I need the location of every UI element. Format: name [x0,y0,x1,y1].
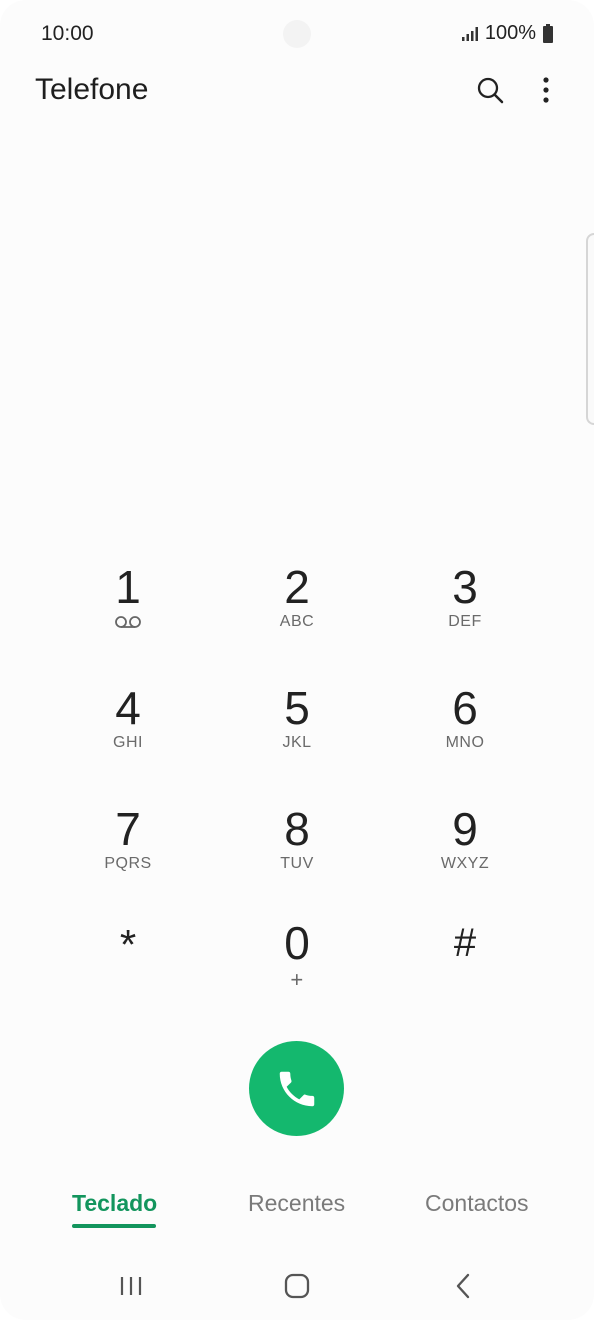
front-camera [283,20,311,48]
key-1[interactable]: 1 [63,562,193,662]
key-letters: TUV [280,855,314,872]
key-digit: 3 [452,561,478,613]
key-letters: WXYZ [440,855,490,872]
key-digit: 6 [452,682,478,734]
search-icon [477,77,504,104]
key-8[interactable]: 8 TUV [232,804,362,904]
voicemail-icon [114,615,142,634]
key-digit: # [453,921,477,965]
key-letters: JKL [282,734,312,751]
key-digit: 7 [115,803,141,855]
phone-icon [279,1071,314,1106]
battery-icon [542,23,554,44]
recent-apps-button[interactable] [111,1268,151,1304]
key-hash[interactable]: # [400,918,530,1018]
key-7[interactable]: 7 PQRS [63,804,193,904]
key-3[interactable]: 3 DEF [400,562,530,662]
key-6[interactable]: 6 MNO [400,683,530,783]
key-digit: 8 [284,803,310,855]
phone-screen: 10:00 100% Telefone 1 2 ABC 3 DEF 4 GHI … [0,0,594,1320]
recent-apps-icon [120,1277,142,1295]
key-letters: ABC [279,613,315,630]
key-0[interactable]: 0 + [232,918,362,1018]
key-digit: * [119,921,137,968]
page-title: Telefone [35,73,149,106]
key-letters: PQRS [104,855,152,872]
edge-panel-handle[interactable] [586,233,594,425]
key-9[interactable]: 9 WXYZ [400,804,530,904]
key-letters: DEF [448,613,482,630]
signal-icon [461,26,479,42]
key-digit: 5 [284,682,310,734]
search-button[interactable] [472,72,508,108]
back-button[interactable] [443,1268,483,1304]
key-digit: 4 [115,682,141,734]
battery-percent: 100% [484,22,536,44]
more-vertical-icon [543,77,549,103]
key-digit: 1 [115,561,141,613]
back-icon [456,1273,470,1299]
status-icons: 100% [461,22,554,45]
key-digit: 9 [452,803,478,855]
key-4[interactable]: 4 GHI [63,683,193,783]
key-letters: MNO [445,734,485,751]
active-tab-indicator [72,1224,156,1228]
tab-recents[interactable]: Recentes [248,1190,345,1217]
tab-keypad[interactable]: Teclado [72,1190,157,1217]
key-2[interactable]: 2 ABC [232,562,362,662]
call-button[interactable] [249,1041,344,1136]
home-button[interactable] [277,1268,317,1304]
key-letters: + [290,967,304,992]
key-5[interactable]: 5 JKL [232,683,362,783]
status-time: 10:00 [41,22,94,45]
home-icon [284,1273,310,1299]
more-options-button[interactable] [528,72,564,108]
key-star[interactable]: * [63,918,193,1018]
key-digit: 2 [284,561,310,613]
tab-contacts[interactable]: Contactos [425,1190,529,1217]
key-letters: GHI [113,734,143,751]
key-digit: 0 [284,917,310,969]
